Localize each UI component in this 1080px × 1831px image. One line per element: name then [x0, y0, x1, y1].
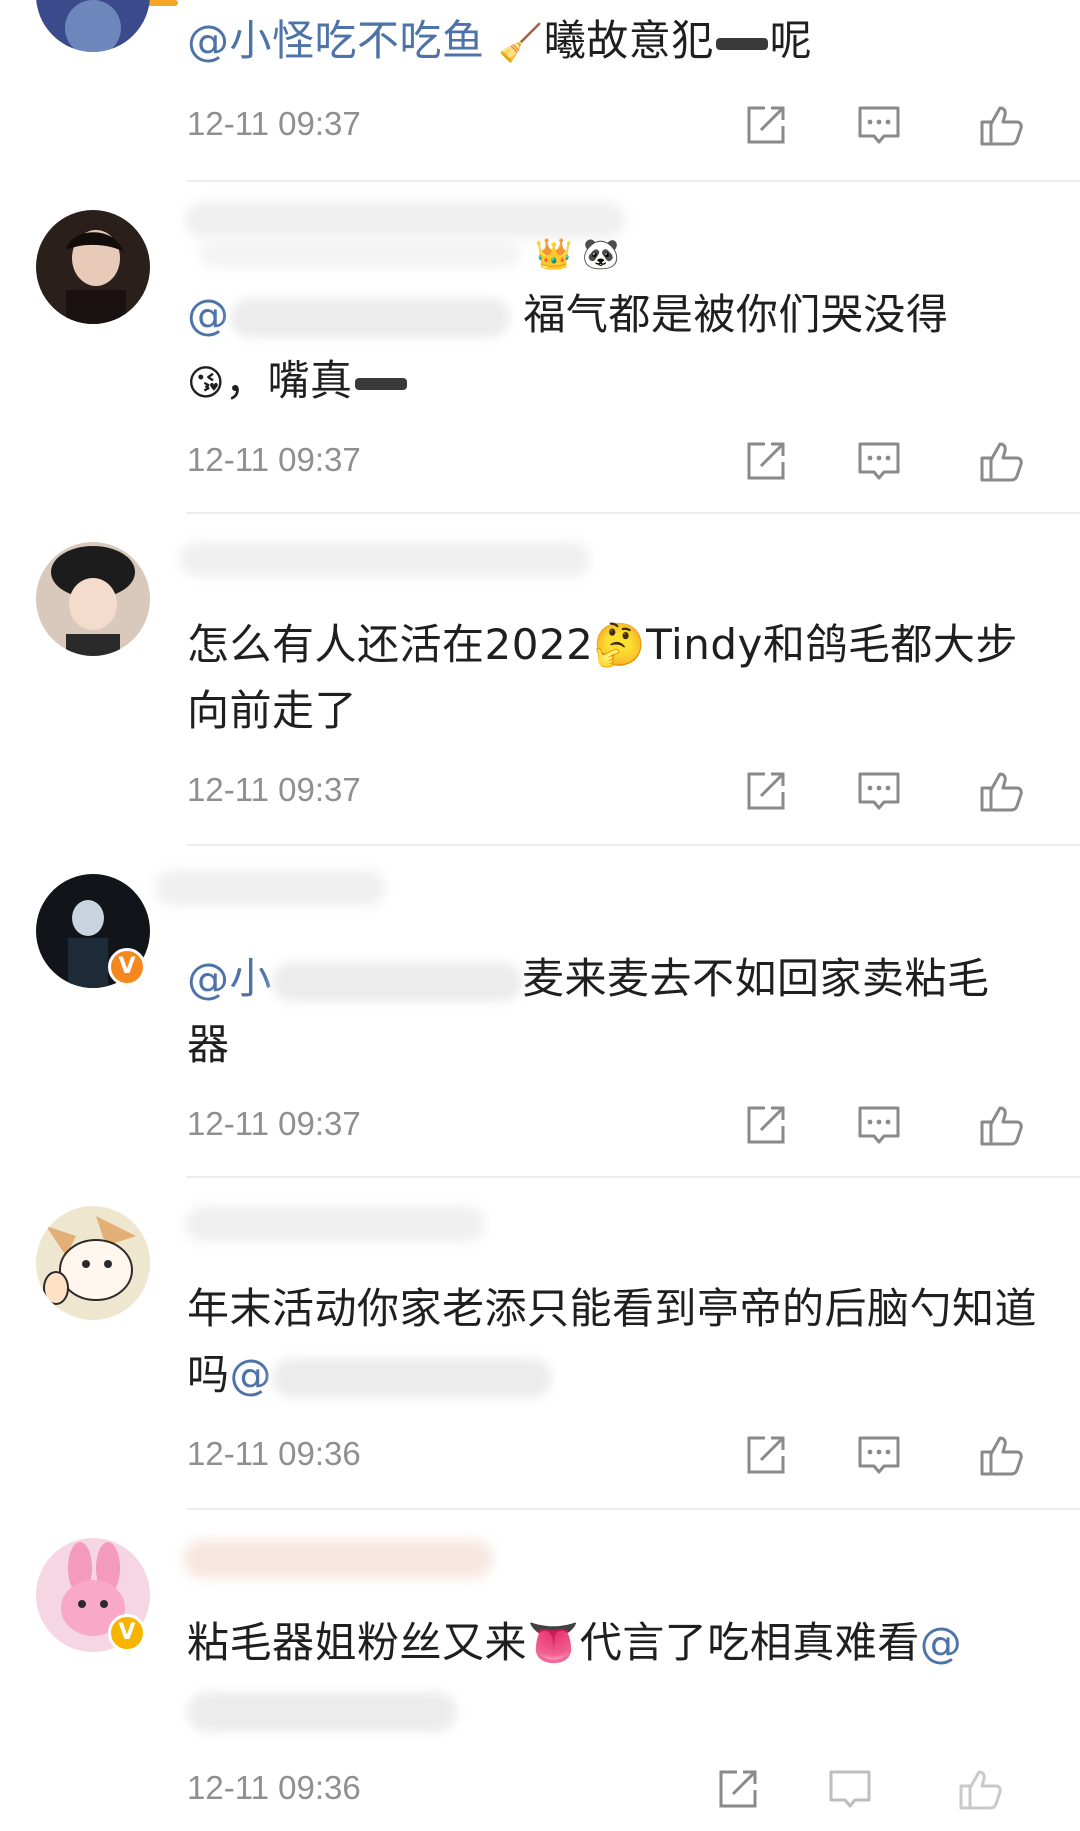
share-button[interactable]: [715, 1766, 761, 1812]
comment-icon: [858, 106, 900, 144]
user-badges: 👑 🐼: [535, 234, 620, 274]
broom-emoji: 🧹: [498, 23, 544, 64]
mention-link[interactable]: @: [187, 290, 510, 339]
mention-link[interactable]: @小: [187, 954, 523, 1003]
like-button[interactable]: [978, 1432, 1024, 1478]
mention-link[interactable]: @小怪吃不吃鱼: [187, 16, 485, 65]
share-icon: [747, 442, 785, 480]
mention-redacted: [187, 1691, 457, 1732]
comment-icon: [858, 772, 900, 810]
like-button[interactable]: [978, 102, 1024, 148]
comment-text: 年末活动你家老添只能看到亭帝的后脑勺知道吗@: [187, 1276, 1047, 1408]
comment-time: 12-11 09:37: [187, 441, 361, 478]
comment-text-part: 曦故意犯: [543, 16, 714, 65]
username-redacted: [200, 240, 520, 268]
comment-time: 12-11 09:36: [187, 1769, 361, 1806]
like-button[interactable]: [978, 1102, 1024, 1148]
mention-link[interactable]: @: [230, 1350, 553, 1399]
username-redacted: [185, 202, 625, 238]
like-button[interactable]: [978, 768, 1024, 814]
comment-icon: [858, 1106, 900, 1144]
divider: [187, 512, 1080, 514]
comment-meta: 12-11 09:36: [187, 1766, 1067, 1810]
like-button[interactable]: [957, 1766, 1003, 1812]
mention-redacted: [272, 1357, 553, 1398]
comment-text-part: ，嘴真: [225, 356, 353, 405]
comment-meta: 12-11 09:36: [187, 1432, 1067, 1476]
comment-time: 12-11 09:36: [187, 1435, 361, 1472]
share-button[interactable]: [743, 1102, 789, 1148]
share-icon: [719, 1770, 757, 1808]
censored-dash: [354, 377, 407, 390]
thumbs-up-icon: [959, 1770, 1002, 1810]
kiss-emoji: 😘: [187, 363, 226, 404]
comment-text-part: 粘毛器姐粉丝又来👅代言了吃相真难看: [187, 1618, 920, 1667]
thumbs-up-icon: [980, 106, 1023, 146]
avatar[interactable]: [36, 210, 150, 324]
username-redacted: [183, 1540, 493, 1578]
reply-button[interactable]: [827, 1766, 873, 1812]
comment-text-part: 福气都是被你们哭没得: [523, 290, 949, 339]
avatar-image: [36, 542, 150, 656]
comment-text: 怎么有人还活在2022🤔Tindy和鸽毛都大步向前走了: [187, 620, 1018, 735]
reply-button[interactable]: [856, 768, 902, 814]
share-button[interactable]: [743, 1432, 789, 1478]
avatar[interactable]: [36, 542, 150, 656]
thumbs-up-icon: [980, 1436, 1023, 1476]
divider: [187, 180, 1080, 182]
comment-meta: 12-11 09:37: [187, 1102, 1067, 1146]
verified-badge-icon: V: [108, 948, 146, 986]
divider: [187, 1508, 1080, 1510]
thumbs-up-icon: [980, 1106, 1023, 1146]
avatar-image: [36, 210, 150, 324]
comment-icon: [858, 442, 900, 480]
comment-text: @小怪吃不吃鱼 🧹曦故意犯 呢: [187, 8, 1047, 77]
share-icon: [747, 106, 785, 144]
avatar-image: [36, 1206, 150, 1320]
share-button[interactable]: [743, 768, 789, 814]
comment-text: 粘毛器姐粉丝又来👅代言了吃相真难看@: [187, 1610, 1037, 1742]
panda-emoji-icon: 🐼: [582, 236, 620, 272]
censored-dash: [715, 37, 768, 50]
comment-text-part: 呢: [769, 16, 813, 65]
thumbs-up-icon: [980, 442, 1023, 482]
comment-text: @小 麦来麦去不如回家卖粘毛器: [187, 946, 1027, 1078]
reply-button[interactable]: [856, 102, 902, 148]
comment-time: 12-11 09:37: [187, 771, 361, 808]
comment-text: @ 福气都是被你们哭没得 😘，嘴真: [187, 282, 1047, 417]
divider: [187, 1176, 1080, 1178]
comment-meta: 12-11 09:37: [187, 102, 1067, 146]
divider: [187, 844, 1080, 846]
mention-redacted: [229, 297, 510, 338]
share-button[interactable]: [743, 102, 789, 148]
reply-button[interactable]: [856, 1432, 902, 1478]
comment-time: 12-11 09:37: [187, 1105, 361, 1142]
verified-badge-icon: V: [108, 1614, 146, 1652]
share-button[interactable]: [743, 438, 789, 484]
comment-time: 12-11 09:37: [187, 105, 361, 142]
share-icon: [747, 1436, 785, 1474]
mention-redacted: [272, 961, 523, 1002]
username-redacted: [180, 542, 590, 576]
comment-icon: [829, 1770, 871, 1808]
username-redacted: [155, 870, 385, 906]
comment-meta: 12-11 09:37: [187, 438, 1067, 482]
avatar-image: [36, 0, 150, 52]
share-icon: [747, 1106, 785, 1144]
avatar[interactable]: [36, 0, 150, 52]
crown-badge-icon: 👑: [535, 236, 573, 272]
like-button[interactable]: [978, 438, 1024, 484]
share-icon: [747, 772, 785, 810]
comment-icon: [858, 1436, 900, 1474]
username-redacted: [185, 1206, 485, 1242]
thumbs-up-icon: [980, 772, 1023, 812]
reply-button[interactable]: [856, 1102, 902, 1148]
comment-meta: 12-11 09:37: [187, 768, 1067, 812]
reply-button[interactable]: [856, 438, 902, 484]
avatar[interactable]: [36, 1206, 150, 1320]
